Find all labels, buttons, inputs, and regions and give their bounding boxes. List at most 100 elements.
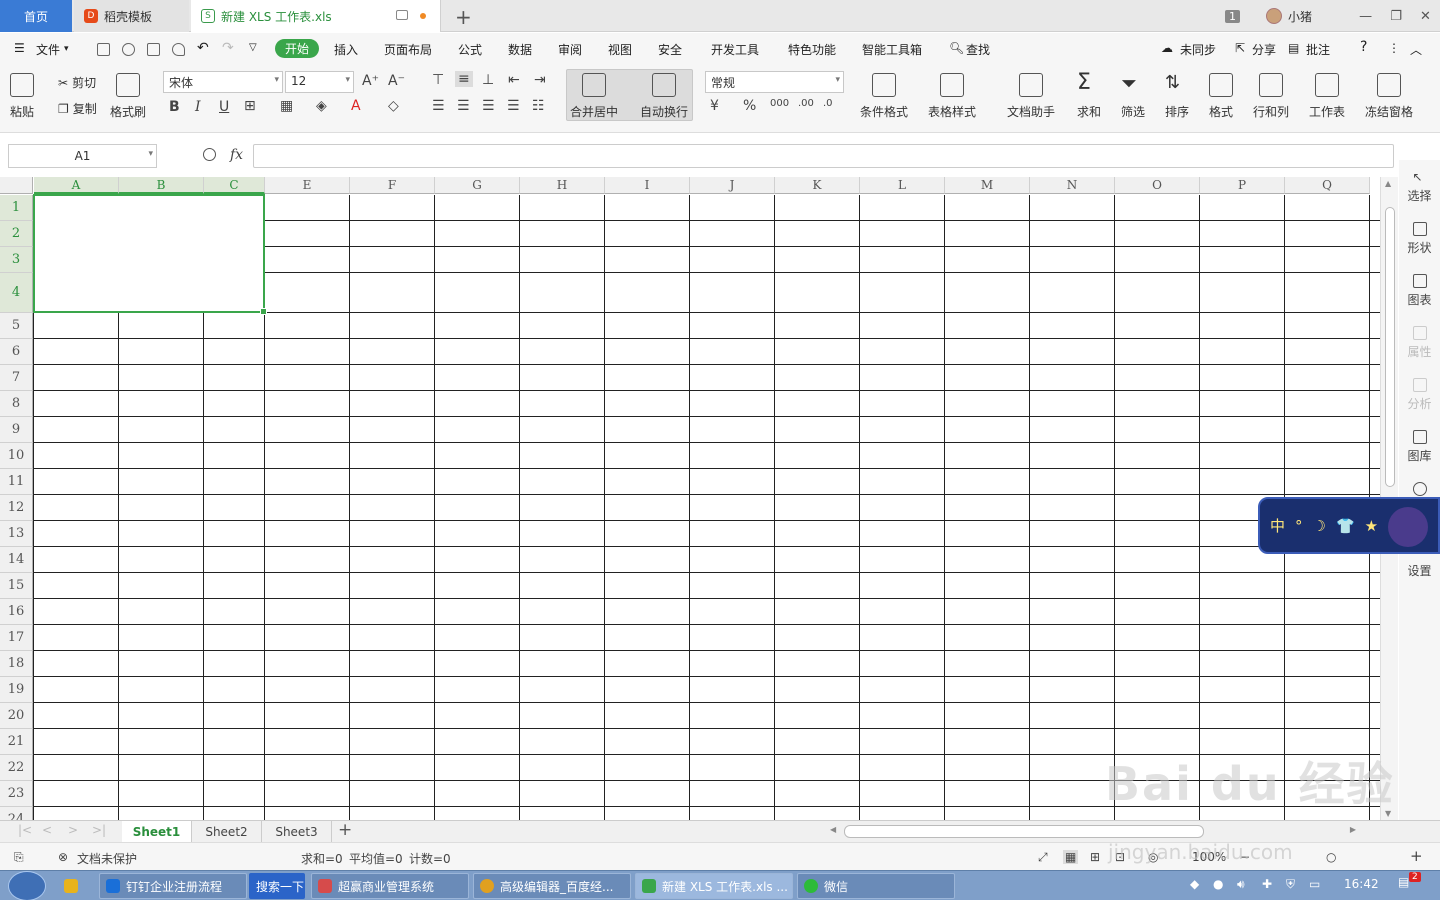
row-header-10[interactable]: 10 xyxy=(0,443,33,469)
fill-color-icon[interactable]: ◈ xyxy=(316,98,327,114)
paste-button[interactable]: 粘贴 xyxy=(10,73,34,120)
align-right-icon[interactable]: ☰ xyxy=(482,98,495,114)
zoom-search-icon[interactable] xyxy=(203,148,216,161)
clear-format-icon[interactable]: ◇ xyxy=(388,98,399,114)
cell-style-icon[interactable]: ▦ xyxy=(280,98,293,114)
column-header-o[interactable]: O xyxy=(1115,177,1200,194)
fx-icon[interactable]: fx xyxy=(230,147,243,163)
column-header-p[interactable]: P xyxy=(1200,177,1285,194)
customize-toolbar-icon[interactable]: ▽ xyxy=(249,42,257,53)
indent-decrease-icon[interactable]: ⇤ xyxy=(508,72,520,88)
indent-increase-icon[interactable]: ⇥ xyxy=(534,72,546,88)
format-painter-button[interactable]: 格式刷 xyxy=(110,73,146,120)
menu-smart-toolbox[interactable]: 智能工具箱 xyxy=(862,41,922,58)
font-color-icon[interactable]: A xyxy=(351,98,361,114)
column-header-c[interactable]: C xyxy=(204,177,265,194)
decrease-font-icon[interactable]: A⁻ xyxy=(388,73,405,89)
export-icon[interactable] xyxy=(122,43,135,56)
undo-icon[interactable]: ↶ xyxy=(197,40,209,56)
tray-security-icon[interactable]: ✚ xyxy=(1262,877,1272,891)
italic-button[interactable]: I xyxy=(195,99,201,115)
currency-icon[interactable]: ¥ xyxy=(710,98,719,114)
vertical-scroll-thumb[interactable] xyxy=(1385,207,1395,487)
menu-security[interactable]: 安全 xyxy=(658,41,682,58)
notification-icon[interactable]: ▤ xyxy=(1398,875,1409,889)
decrease-decimal-icon[interactable]: .0 xyxy=(823,98,833,109)
page-break-icon[interactable]: ⊞ xyxy=(1090,850,1100,864)
task-chaoying[interactable]: 超赢商业管理系统 xyxy=(311,873,469,899)
tray-volume-icon[interactable]: 🔊︎ xyxy=(1237,877,1245,892)
align-bottom-icon[interactable]: ⊥ xyxy=(482,72,494,88)
last-sheet-icon[interactable]: >| xyxy=(92,823,106,837)
sum-button[interactable]: Σ 求和 xyxy=(1077,72,1101,120)
spreadsheet-grid[interactable]: A B C E F G H I J K L M N O P Q 1 2 3 4 5 6 7 8 9 10 11 12 13 14 15 16 1… xyxy=(0,177,1380,820)
column-header-k[interactable]: K xyxy=(775,177,860,194)
sort-button[interactable]: ⇅ 排序 xyxy=(1165,73,1189,120)
format-button[interactable]: 格式 xyxy=(1209,73,1233,120)
worksheet-button[interactable]: 工作表 xyxy=(1309,73,1345,120)
row-header-13[interactable]: 13 xyxy=(0,521,33,547)
increase-font-icon[interactable]: A⁺ xyxy=(362,73,379,89)
font-size-select[interactable]: 12 xyxy=(285,71,354,93)
conditional-format-button[interactable]: 条件格式 xyxy=(860,73,908,120)
hamburger-icon[interactable]: ☰ xyxy=(14,41,25,55)
align-middle-icon[interactable]: ≡ xyxy=(455,71,473,87)
row-header-21[interactable]: 21 xyxy=(0,729,33,755)
collapse-ribbon-icon[interactable]: ︿ xyxy=(1410,41,1422,58)
side-analysis[interactable]: 分析 xyxy=(1399,378,1440,412)
tray-shield-icon[interactable]: ⛨ xyxy=(1286,877,1295,892)
row-header-9[interactable]: 9 xyxy=(0,417,33,443)
row-header-15[interactable]: 15 xyxy=(0,573,33,599)
ime-punct-icon[interactable]: ° xyxy=(1295,517,1303,535)
print-preview-icon[interactable] xyxy=(172,43,185,56)
comment-icon[interactable]: ▤ xyxy=(1288,41,1299,55)
menu-insert[interactable]: 插入 xyxy=(334,41,358,58)
task-search[interactable]: 搜索一下 xyxy=(249,873,305,899)
row-header-14[interactable]: 14 xyxy=(0,547,33,573)
column-header-j[interactable]: J xyxy=(690,177,775,194)
menu-search[interactable]: 查找 xyxy=(966,41,990,58)
restore-icon[interactable]: ❐ xyxy=(1390,9,1402,24)
row-header-8[interactable]: 8 xyxy=(0,391,33,417)
ime-mode[interactable]: 中 xyxy=(1270,515,1285,536)
save-icon[interactable] xyxy=(97,43,110,56)
select-all-corner[interactable] xyxy=(0,177,33,194)
distribute-icon[interactable]: ☷ xyxy=(532,98,545,114)
align-left-icon[interactable]: ☰ xyxy=(432,98,445,114)
print-icon[interactable] xyxy=(147,43,160,56)
horizontal-scroll-thumb[interactable] xyxy=(844,825,1204,838)
windows-start-icon[interactable] xyxy=(8,871,46,900)
row-header-7[interactable]: 7 xyxy=(0,365,33,391)
row-header-3[interactable]: 3 xyxy=(0,247,33,273)
window-count-badge[interactable]: 1 xyxy=(1225,0,1240,32)
column-header-f[interactable]: F xyxy=(350,177,435,194)
row-header-12[interactable]: 12 xyxy=(0,495,33,521)
tab-docer-templates[interactable]: D 稻壳模板 xyxy=(74,0,189,32)
row-header-22[interactable]: 22 xyxy=(0,755,33,781)
protect-status[interactable]: 文档未保护 xyxy=(77,850,137,867)
task-dingtalk[interactable]: 钉钉企业注册流程 xyxy=(99,873,247,899)
menu-page-layout[interactable]: 页面布局 xyxy=(384,41,432,58)
scroll-left-icon[interactable]: ◀ xyxy=(830,825,836,834)
copy-button[interactable]: ❐ 复制 xyxy=(58,100,97,117)
doc-helper-button[interactable]: 文档助手 xyxy=(1007,73,1055,120)
first-sheet-icon[interactable]: |< xyxy=(18,823,32,837)
row-header-1[interactable]: 1 xyxy=(0,195,33,221)
row-header-19[interactable]: 19 xyxy=(0,677,33,703)
add-sheet-button[interactable]: + xyxy=(338,820,352,840)
borders-icon[interactable]: ⊞ xyxy=(244,98,256,114)
row-header-24[interactable]: 24 xyxy=(0,807,33,820)
column-header-l[interactable]: L xyxy=(860,177,945,194)
ime-toolbar[interactable]: 中 ° ☽ 👕 ★ xyxy=(1258,497,1440,554)
side-settings[interactable]: 设置 xyxy=(1399,562,1440,579)
thousands-separator-icon[interactable]: 000 xyxy=(770,98,789,109)
tab-home[interactable]: 首页 xyxy=(0,0,72,32)
menu-start[interactable]: 开始 xyxy=(275,39,320,58)
sheet-tab-1[interactable]: Sheet1 xyxy=(122,821,192,842)
menu-data[interactable]: 数据 xyxy=(508,41,532,58)
auto-wrap-button[interactable]: 自动换行 xyxy=(640,73,688,120)
ime-star-icon[interactable]: ★ xyxy=(1365,517,1378,535)
font-name-select[interactable]: 宋体 xyxy=(163,71,283,93)
menu-view[interactable]: 视图 xyxy=(608,41,632,58)
unsaved-dot-icon[interactable] xyxy=(420,13,426,19)
